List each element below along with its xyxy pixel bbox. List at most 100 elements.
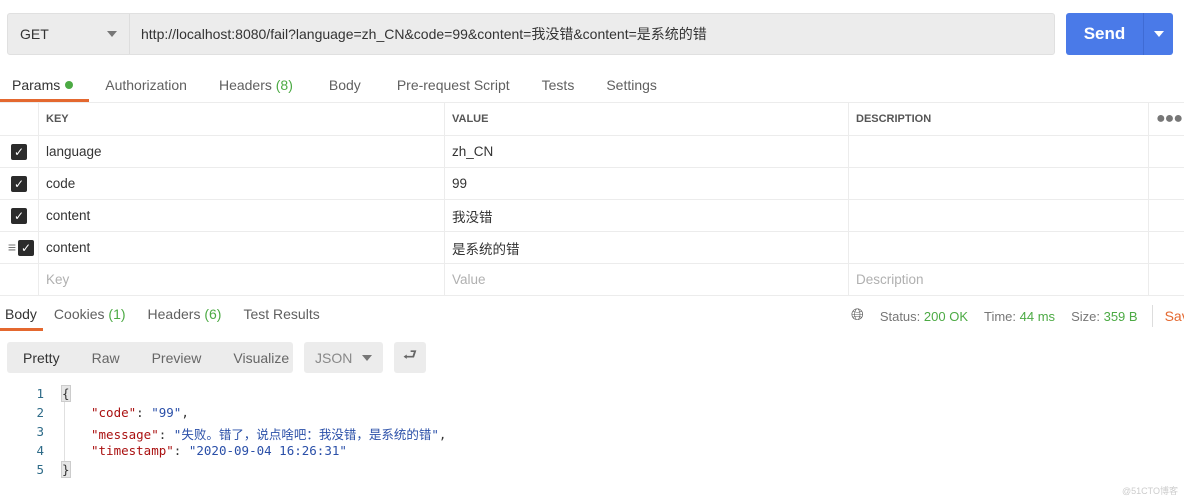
time-value: 44 ms bbox=[1019, 308, 1056, 324]
drag-handle-icon[interactable]: ≡ bbox=[8, 239, 16, 255]
column-key: KEY bbox=[38, 102, 445, 136]
response-meta: 🌐︎ Status: 200 OK Time: 44 ms Size: 359 … bbox=[851, 305, 1184, 327]
active-dot-icon bbox=[65, 81, 74, 89]
send-button[interactable]: Send bbox=[1066, 13, 1173, 55]
line-number: 2 bbox=[36, 405, 44, 420]
chevron-down-icon bbox=[362, 354, 372, 361]
response-tabs: Body Cookies (1) Headers (6) Test Result… bbox=[0, 299, 331, 331]
tab-label: Cookies bbox=[53, 306, 105, 322]
open-brace: { bbox=[61, 385, 71, 402]
json-value: "99" bbox=[151, 405, 182, 420]
url-bar: GET http://localhost:8080/fail?language=… bbox=[7, 13, 1055, 55]
wrap-lines-button[interactable]: ⮐ bbox=[394, 342, 426, 373]
watermark: @51CTO博客 bbox=[1122, 486, 1178, 496]
tab-pre-request-script[interactable]: Pre-request Script bbox=[381, 70, 526, 100]
close-brace: } bbox=[61, 461, 71, 478]
mode-preview[interactable]: Preview bbox=[136, 350, 218, 366]
tab-cookies[interactable]: Cookies (1) bbox=[43, 299, 137, 329]
format-select[interactable]: JSON bbox=[304, 342, 383, 373]
param-key[interactable]: content bbox=[38, 199, 445, 232]
param-key[interactable]: code bbox=[38, 167, 445, 200]
table-row-new: Key Value Description bbox=[0, 263, 1184, 296]
view-mode-group: Pretty Raw Preview Visualize bbox=[7, 342, 293, 373]
tab-body[interactable]: Body bbox=[309, 70, 381, 100]
tab-params[interactable]: Params bbox=[0, 70, 90, 102]
tab-label: Test Results bbox=[243, 306, 320, 322]
globe-icon[interactable]: 🌐︎ bbox=[851, 307, 864, 325]
method-select[interactable]: GET bbox=[8, 14, 130, 54]
size-label: Size: bbox=[1071, 308, 1100, 324]
tab-settings[interactable]: Settings bbox=[590, 70, 673, 100]
json-key: "message" bbox=[91, 427, 159, 442]
param-value[interactable]: 是系统的错 bbox=[444, 231, 849, 264]
json-separator: , bbox=[438, 427, 447, 442]
status-label: Status: bbox=[879, 308, 921, 324]
save-response-button[interactable]: Save bbox=[1151, 305, 1184, 327]
time-label: Time: bbox=[984, 308, 1017, 324]
tab-label: Params bbox=[12, 77, 61, 93]
line-number: 4 bbox=[36, 443, 44, 458]
param-description[interactable] bbox=[848, 199, 1149, 232]
mode-raw[interactable]: Raw bbox=[76, 350, 136, 366]
mode-pretty[interactable]: Pretty bbox=[7, 350, 76, 366]
new-description-input[interactable]: Description bbox=[848, 263, 1149, 296]
param-value[interactable]: zh_CN bbox=[444, 135, 849, 168]
tab-count: (6) bbox=[204, 306, 222, 322]
url-input[interactable]: http://localhost:8080/fail?language=zh_C… bbox=[130, 14, 707, 54]
checkbox[interactable]: ✓ bbox=[11, 143, 27, 160]
chevron-down-icon bbox=[1153, 31, 1164, 37]
tab-response-headers[interactable]: Headers (6) bbox=[137, 299, 233, 329]
tab-authorization[interactable]: Authorization bbox=[89, 70, 203, 100]
checkbox[interactable]: ✓ bbox=[11, 175, 27, 192]
send-dropdown[interactable] bbox=[1144, 13, 1173, 55]
more-options-icon[interactable]: ●●● bbox=[1148, 102, 1184, 136]
size-value: 359 B bbox=[1103, 308, 1138, 324]
mode-visualize[interactable]: Visualize bbox=[217, 350, 305, 366]
json-key: "timestamp" bbox=[91, 443, 174, 458]
line-number: 5 bbox=[36, 462, 44, 477]
table-row: ✓ language zh_CN bbox=[0, 135, 1184, 168]
param-description[interactable] bbox=[848, 135, 1149, 168]
json-key: "code" bbox=[91, 405, 137, 420]
json-separator: , bbox=[181, 405, 189, 420]
tab-count: (8) bbox=[275, 77, 293, 93]
tab-label: Headers bbox=[218, 77, 272, 93]
line-number: 3 bbox=[36, 424, 44, 439]
new-value-input[interactable]: Value bbox=[444, 263, 849, 296]
params-table: KEY VALUE DESCRIPTION ●●● ✓ language zh_CN ✓ c… bbox=[0, 102, 1184, 296]
tab-tests[interactable]: Tests bbox=[526, 70, 591, 100]
tab-label: Tests bbox=[541, 77, 575, 93]
wrap-icon: ⮐ bbox=[402, 347, 418, 364]
table-row: ≡ ✓ content 是系统的错 bbox=[0, 231, 1184, 264]
tab-label: Body bbox=[328, 77, 361, 93]
tab-count: (1) bbox=[108, 306, 126, 322]
param-key[interactable]: language bbox=[38, 135, 445, 168]
request-tabs: Params Authorization Headers (8) Body Pr… bbox=[0, 70, 673, 102]
tab-response-body[interactable]: Body bbox=[0, 299, 43, 331]
tab-label: Headers bbox=[147, 306, 201, 322]
param-value[interactable]: 我没错 bbox=[444, 199, 849, 232]
line-number: 1 bbox=[36, 386, 44, 401]
chevron-down-icon bbox=[107, 31, 117, 37]
table-row: ✓ content 我没错 bbox=[0, 199, 1184, 232]
json-value: "失败。错了，说点啥吧：我没错，是系统的错" bbox=[173, 427, 439, 442]
json-value: "2020-09-04 16:26:31" bbox=[188, 443, 347, 458]
param-key[interactable]: content bbox=[38, 231, 445, 264]
send-label[interactable]: Send bbox=[1066, 13, 1144, 55]
tab-label: Body bbox=[5, 306, 37, 322]
new-key-input[interactable]: Key bbox=[38, 263, 445, 296]
checkbox[interactable]: ✓ bbox=[11, 207, 27, 224]
param-value[interactable]: 99 bbox=[444, 167, 849, 200]
method-label: GET bbox=[20, 26, 49, 42]
param-description[interactable] bbox=[848, 167, 1149, 200]
tab-label: Settings bbox=[606, 77, 657, 93]
table-header: KEY VALUE DESCRIPTION ●●● bbox=[0, 102, 1184, 136]
tab-label: Pre-request Script bbox=[396, 77, 510, 93]
tab-test-results[interactable]: Test Results bbox=[232, 299, 330, 329]
status-value: 200 OK bbox=[923, 308, 968, 324]
column-value: VALUE bbox=[444, 102, 849, 136]
tab-headers[interactable]: Headers (8) bbox=[203, 70, 309, 100]
column-description: DESCRIPTION bbox=[848, 102, 1149, 136]
checkbox[interactable]: ✓ bbox=[18, 240, 34, 256]
param-description[interactable] bbox=[848, 231, 1149, 264]
